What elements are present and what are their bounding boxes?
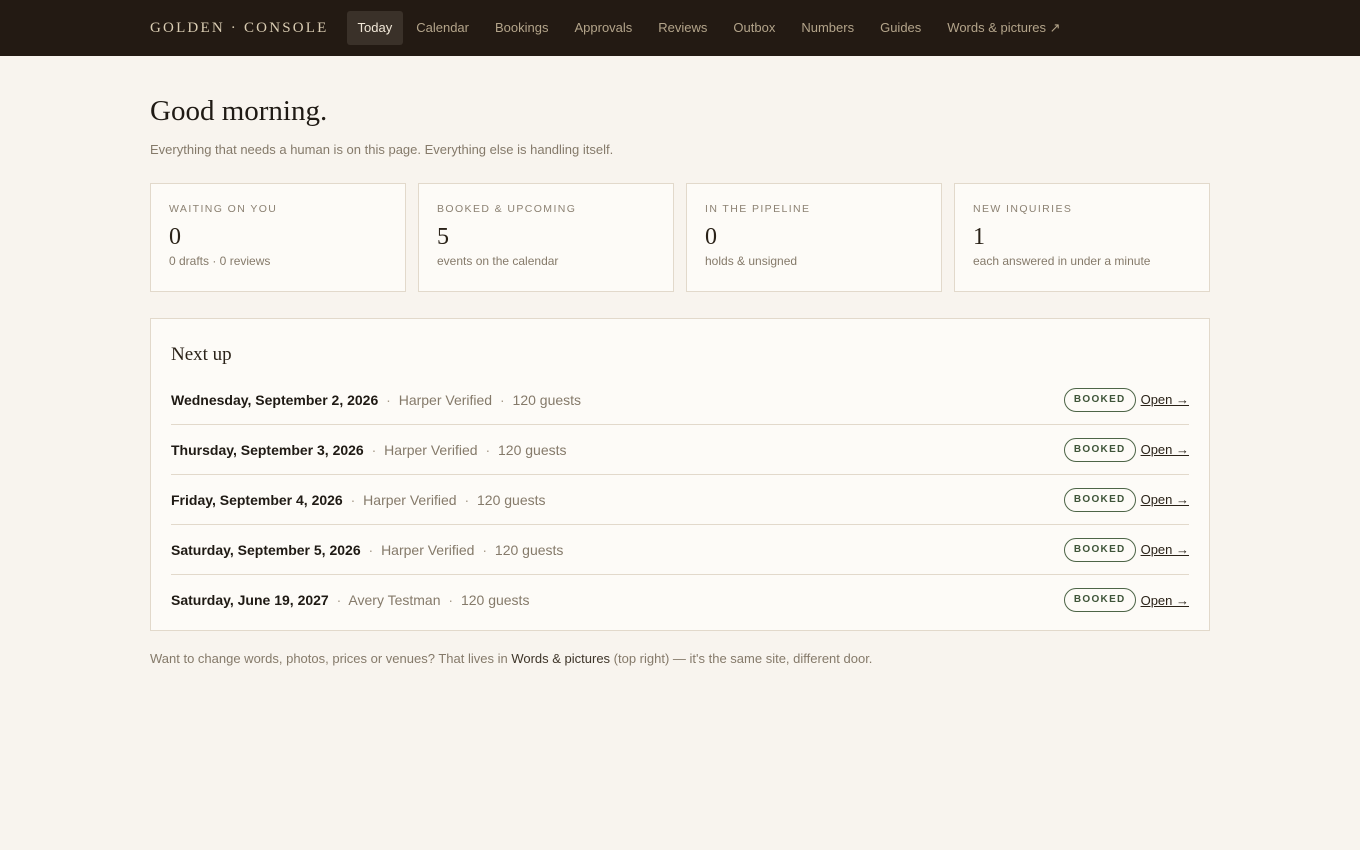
stat-value: 0 xyxy=(169,224,181,250)
stat-label: Waiting on you xyxy=(169,203,278,215)
stat-card-pipeline: In the pipeline 0 holds & unsigned xyxy=(686,183,942,292)
nav-item-words-pictures[interactable]: Words & pictures ↗ xyxy=(934,11,1073,45)
event-guests: 120 guests xyxy=(477,491,546,508)
open-event-link[interactable]: Open → xyxy=(1141,392,1189,407)
separator: · xyxy=(368,541,374,558)
nav-item-outbox[interactable]: Outbox xyxy=(720,11,788,45)
event-info: Saturday, June 19, 2027 · Avery Testman … xyxy=(171,592,529,608)
stat-label: Booked & upcoming xyxy=(437,203,577,215)
event-actions: BOOKED Open → xyxy=(1063,588,1189,612)
open-event-link[interactable]: Open → xyxy=(1141,593,1189,608)
event-client: Harper Verified xyxy=(363,491,457,508)
event-guests: 120 guests xyxy=(494,541,564,558)
stat-card-booked: Booked & upcoming 5 events on the calend… xyxy=(418,183,674,292)
brand-logo[interactable]: GOLDEN · CONSOLE xyxy=(150,20,329,37)
page-title: Good morning. xyxy=(150,95,328,127)
event-actions: BOOKED Open → xyxy=(1063,487,1189,512)
separator: · xyxy=(386,391,391,408)
event-guests: 120 guests xyxy=(460,592,530,608)
event-info: Friday, September 4, 2026 · Harper Verif… xyxy=(171,492,546,508)
event-client: Harper Verified xyxy=(398,391,493,408)
page-subtitle: Everything that needs a human is on this… xyxy=(150,142,614,157)
event-date: Wednesday, September 2, 2026 xyxy=(171,391,379,408)
event-client: Avery Testman xyxy=(348,592,441,608)
next-up-title: Next up xyxy=(171,344,232,365)
open-event-link[interactable]: Open → xyxy=(1141,442,1189,457)
footnote-text-before: Want to change words, photos, prices or … xyxy=(150,651,512,666)
words-pictures-link[interactable]: Words & pictures xyxy=(511,651,610,666)
event-row: Saturday, June 19, 2027 · Avery Testman … xyxy=(171,575,1189,625)
open-event-link[interactable]: Open → xyxy=(1141,492,1189,507)
event-info: Thursday, September 3, 2026 · Harper Ver… xyxy=(171,442,567,458)
event-info: Saturday, September 5, 2026 · Harper Ver… xyxy=(171,542,563,558)
nav-item-guides[interactable]: Guides xyxy=(867,11,934,45)
nav-item-reviews[interactable]: Reviews xyxy=(645,11,720,45)
event-row: Wednesday, September 2, 2026 · Harper Ve… xyxy=(171,375,1189,425)
nav-item-bookings[interactable]: Bookings xyxy=(482,11,561,45)
footnote: Want to change words, photos, prices or … xyxy=(150,651,1210,666)
event-client: Harper Verified xyxy=(384,441,478,458)
status-badge: BOOKED xyxy=(1063,588,1136,612)
nav-item-approvals[interactable]: Approvals xyxy=(561,11,645,45)
stat-subtext: each answered in under a minute xyxy=(973,254,1151,268)
stat-subtext: holds & unsigned xyxy=(705,254,798,268)
nav-item-calendar[interactable]: Calendar xyxy=(403,11,482,45)
stat-subtext: events on the calendar xyxy=(437,254,559,268)
event-actions: BOOKED Open → xyxy=(1063,537,1189,562)
top-nav-bar: GOLDEN · CONSOLE Today Calendar Bookings… xyxy=(0,0,1360,56)
event-date: Saturday, September 5, 2026 xyxy=(171,541,361,558)
stats-row: Waiting on you 0 0 drafts · 0 reviews Bo… xyxy=(150,183,1210,292)
stat-label: New inquiries xyxy=(973,203,1073,215)
event-row: Thursday, September 3, 2026 · Harper Ver… xyxy=(171,425,1189,475)
stat-subtext: 0 drafts · 0 reviews xyxy=(169,254,271,268)
footnote-text-after: (top right) — it's the same site, differ… xyxy=(610,651,873,666)
event-client: Harper Verified xyxy=(381,541,475,558)
nav-item-today[interactable]: Today xyxy=(346,11,404,45)
nav-item-numbers[interactable]: Numbers xyxy=(788,11,867,45)
event-date: Thursday, September 3, 2026 xyxy=(171,441,364,458)
stat-value: 5 xyxy=(437,224,449,250)
separator: · xyxy=(371,441,377,458)
event-guests: 120 guests xyxy=(498,441,567,458)
separator: · xyxy=(448,592,454,608)
separator: · xyxy=(350,491,356,508)
event-actions: BOOKED Open → xyxy=(1063,387,1189,412)
stat-card-waiting: Waiting on you 0 0 drafts · 0 reviews xyxy=(150,183,406,292)
status-badge: BOOKED xyxy=(1063,487,1136,512)
event-guests: 120 guests xyxy=(512,391,582,408)
main-content: Good morning. Everything that needs a hu… xyxy=(0,56,1360,666)
separator: · xyxy=(482,541,488,558)
event-info: Wednesday, September 2, 2026 · Harper Ve… xyxy=(171,392,581,408)
stat-value: 1 xyxy=(973,224,985,250)
event-date: Friday, September 4, 2026 xyxy=(171,491,343,508)
event-row: Saturday, September 5, 2026 · Harper Ver… xyxy=(171,525,1189,575)
separator: · xyxy=(485,441,491,458)
separator: · xyxy=(336,592,342,608)
event-row: Friday, September 4, 2026 · Harper Verif… xyxy=(171,475,1189,525)
event-date: Saturday, June 19, 2027 xyxy=(171,592,329,608)
status-badge: BOOKED xyxy=(1063,537,1136,562)
stat-card-inquiries: New inquiries 1 each answered in under a… xyxy=(954,183,1210,292)
status-badge: BOOKED xyxy=(1063,387,1136,412)
next-up-panel: Next up Wednesday, September 2, 2026 · H… xyxy=(150,318,1210,631)
stat-value: 0 xyxy=(705,224,717,250)
status-badge: BOOKED xyxy=(1063,437,1136,462)
separator: · xyxy=(499,391,505,408)
open-event-link[interactable]: Open → xyxy=(1141,542,1189,557)
stat-label: In the pipeline xyxy=(705,203,811,215)
separator: · xyxy=(464,491,470,508)
event-actions: BOOKED Open → xyxy=(1063,437,1189,462)
main-nav: Today Calendar Bookings Approvals Review… xyxy=(346,11,1074,45)
